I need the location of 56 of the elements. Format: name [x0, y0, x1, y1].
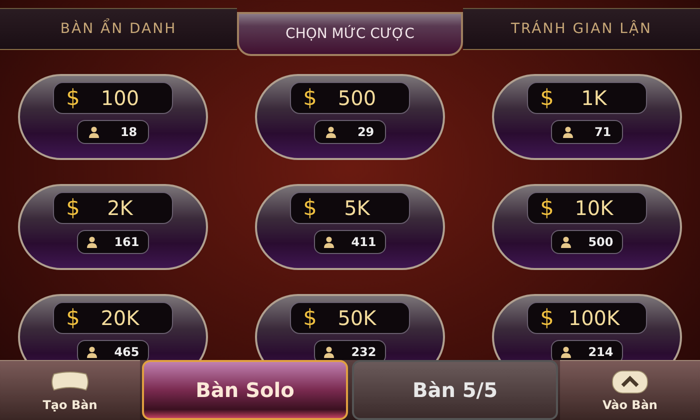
person-icon	[560, 346, 571, 358]
currency-symbol: $	[66, 196, 80, 220]
bet-card[interactable]: $ 10K 500	[492, 184, 682, 270]
bet-amount: 5K	[343, 196, 371, 220]
currency-symbol: $	[66, 306, 80, 330]
player-count: 465	[114, 345, 140, 359]
bet-card[interactable]: $ 100K 214	[492, 294, 682, 360]
person-icon	[560, 236, 571, 248]
person-icon	[86, 346, 97, 358]
bet-card[interactable]: $ 2K 161	[18, 184, 208, 270]
player-count: 18	[120, 125, 138, 139]
player-count: 500	[588, 235, 614, 249]
player-count: 411	[351, 235, 376, 249]
bet-amount: 500	[336, 86, 378, 110]
bet-amount: 2K	[106, 196, 134, 220]
bet-amount: 20K	[100, 306, 140, 330]
currency-symbol: $	[303, 86, 317, 110]
currency-symbol: $	[66, 86, 80, 110]
person-icon	[562, 126, 573, 138]
person-icon	[324, 346, 334, 358]
currency-symbol: $	[303, 306, 317, 330]
table-icon	[50, 370, 90, 394]
bet-amount: 1K	[580, 86, 608, 110]
bet-card[interactable]: $ 50K 232	[255, 294, 445, 360]
bet-card[interactable]: $ 5K 411	[255, 184, 445, 270]
create-table-button[interactable]: Tạo Bàn	[0, 360, 140, 420]
bet-card[interactable]: $ 1K 71	[492, 74, 682, 160]
bet-card[interactable]: $ 100 18	[18, 74, 208, 160]
player-count: 29	[357, 125, 374, 139]
chevron-up-icon	[610, 370, 650, 394]
mode-tab[interactable]: Bàn 5/5	[352, 360, 558, 420]
join-table-button[interactable]: Vào Bàn	[560, 360, 700, 420]
bet-amount: 10K	[574, 196, 614, 220]
player-count: 232	[351, 345, 376, 359]
currency-symbol: $	[540, 196, 554, 220]
player-count: 214	[588, 345, 614, 359]
player-count: 71	[594, 125, 612, 139]
person-icon	[88, 126, 99, 138]
bet-amount: 50K	[336, 306, 378, 330]
currency-symbol: $	[540, 306, 554, 330]
create-table-label: Tạo Bàn	[42, 398, 98, 412]
mode-tab[interactable]: Bàn Solo	[142, 360, 348, 420]
tab[interactable]: BÀN ẨN DANH	[0, 8, 237, 50]
person-icon	[86, 236, 97, 248]
join-table-label: Vào Bàn	[602, 398, 658, 412]
player-count: 161	[114, 235, 140, 249]
person-icon	[326, 126, 336, 138]
tab[interactable]: CHỌN MỨC CƯỢC	[237, 12, 463, 56]
currency-symbol: $	[303, 196, 317, 220]
bet-amount: 100	[100, 86, 140, 110]
bet-card[interactable]: $ 500 29	[255, 74, 445, 160]
person-icon	[324, 236, 334, 248]
bet-card[interactable]: $ 20K 465	[18, 294, 208, 360]
tab[interactable]: TRÁNH GIAN LẬN	[463, 8, 700, 50]
bet-amount: 100K	[567, 306, 621, 330]
currency-symbol: $	[540, 86, 554, 110]
